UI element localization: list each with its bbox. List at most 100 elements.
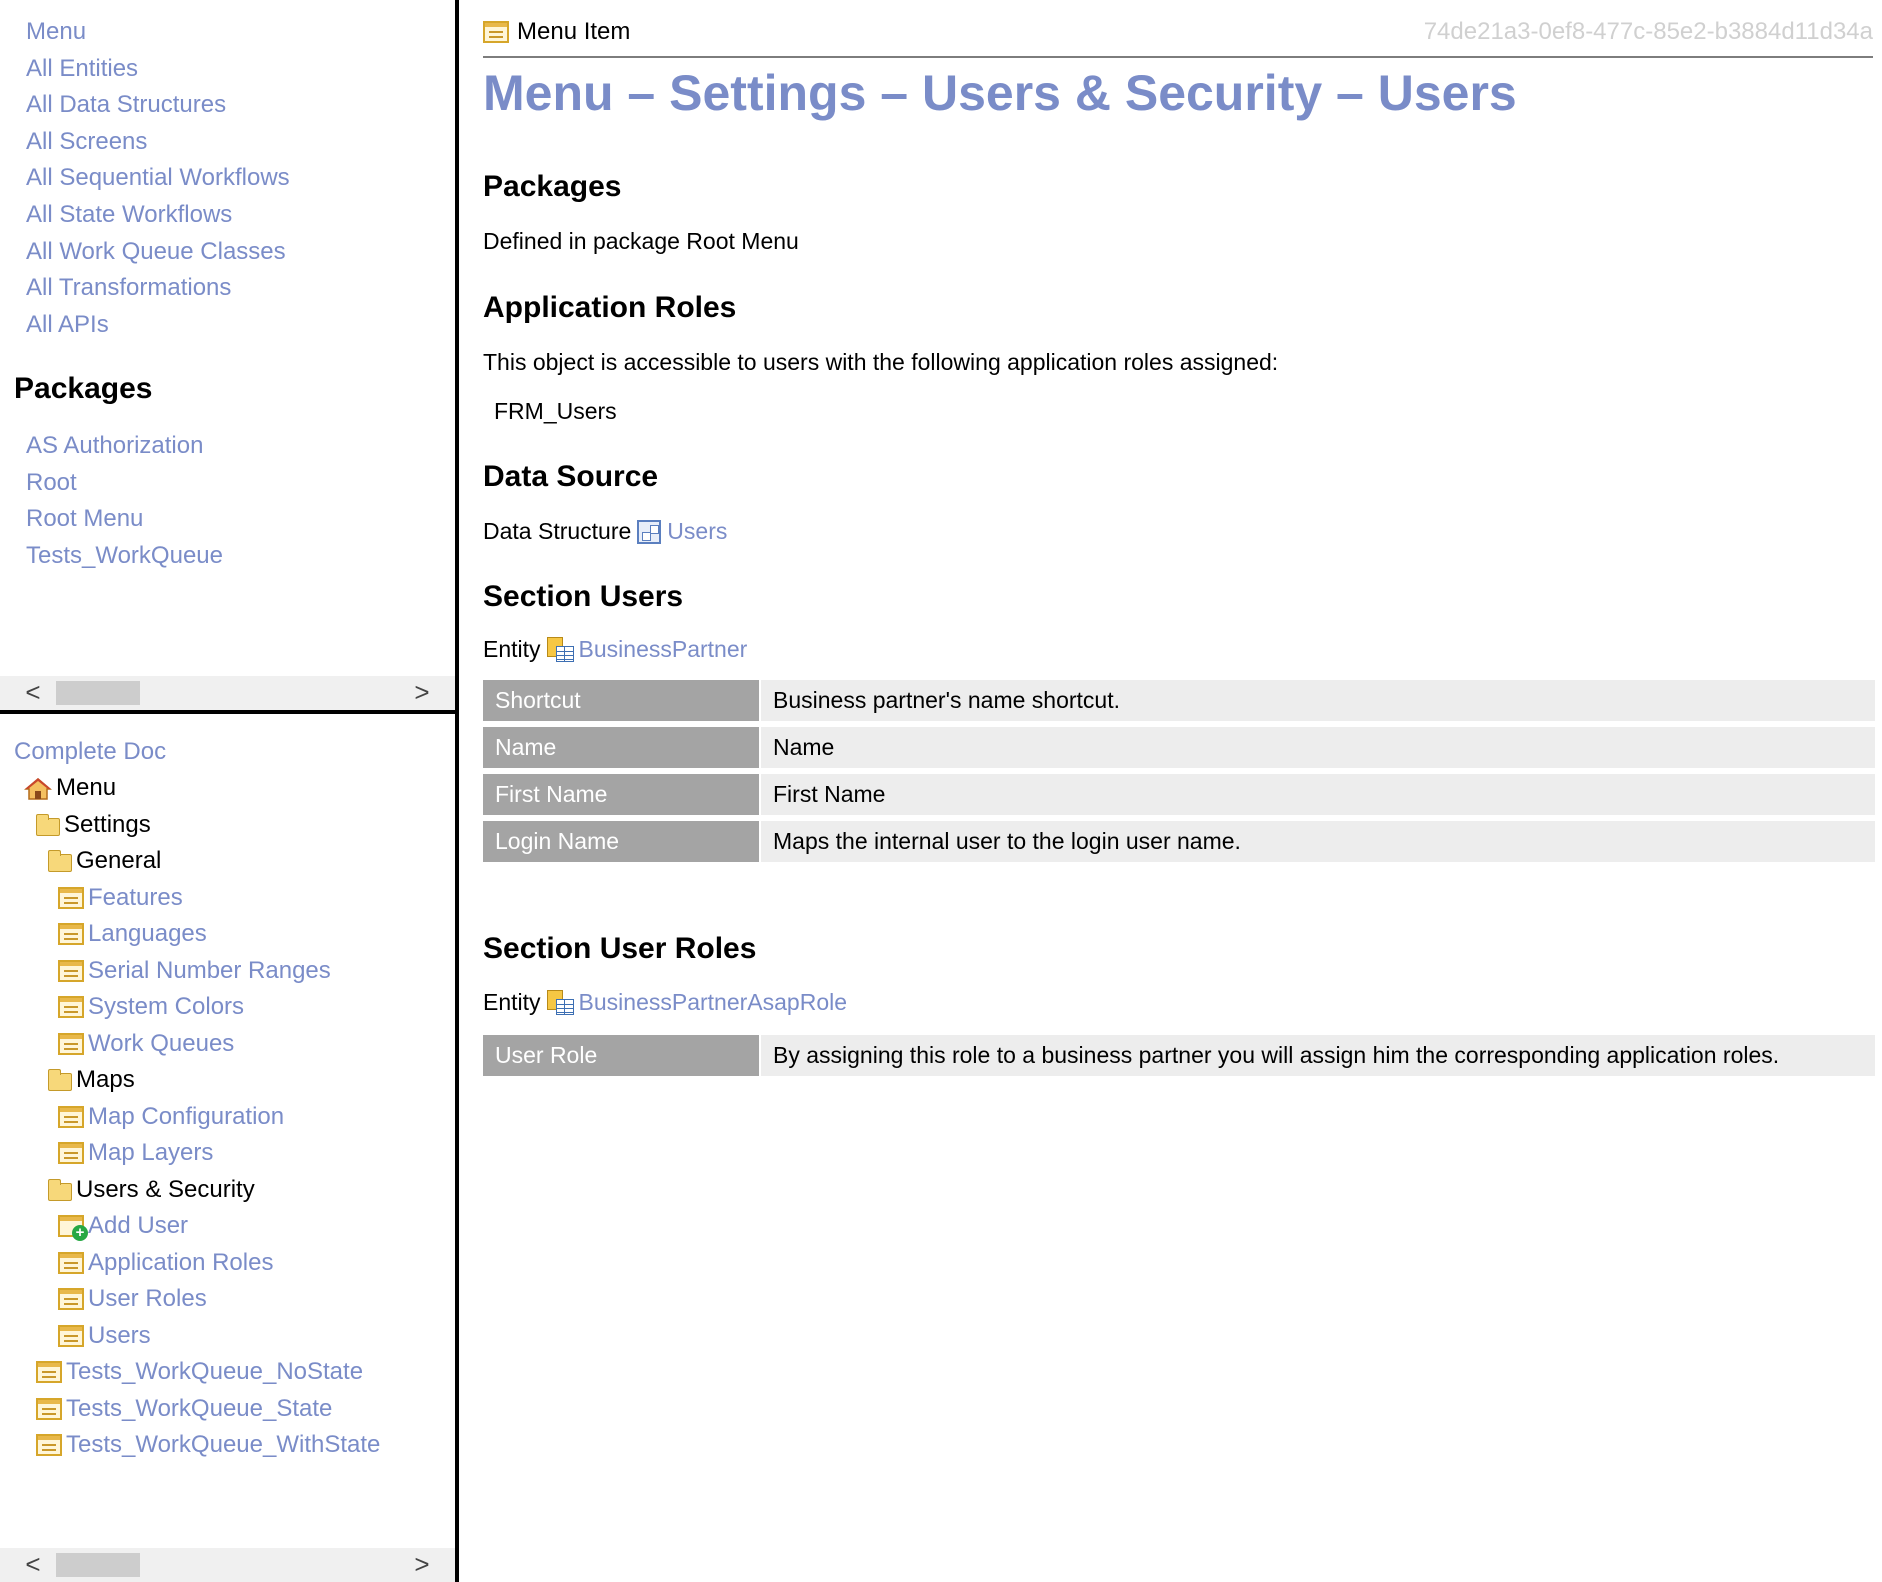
- menu-page-icon: [58, 1142, 84, 1164]
- tree-item[interactable]: Add User: [58, 1208, 188, 1244]
- tree-item[interactable]: Work Queues: [58, 1026, 234, 1062]
- scroll-right-arrow-icon[interactable]: >: [405, 1548, 439, 1582]
- tree-item-label: Tests_WorkQueue_State: [66, 1394, 333, 1422]
- field-description: First Name: [761, 774, 1875, 815]
- menu-page-icon: [58, 886, 84, 909]
- packages-heading: Packages: [14, 372, 153, 405]
- package-links: AS Authorization Root Root Menu Tests_Wo…: [26, 428, 223, 574]
- tree-item-label: Languages: [88, 920, 207, 947]
- field-description: By assigning this role to a business par…: [761, 1035, 1875, 1076]
- application-role-item: FRM_Users: [494, 398, 617, 424]
- field-name: Shortcut: [483, 680, 759, 721]
- menu-page-icon: [58, 1324, 84, 1347]
- index-link-all-work-queue-classes[interactable]: All Work Queue Classes: [26, 234, 290, 271]
- index-link-all-entities[interactable]: All Entities: [26, 51, 290, 88]
- tree-item[interactable]: Features: [58, 880, 183, 916]
- index-links: Menu All Entities All Data Structures Al…: [26, 14, 290, 343]
- tree-item-label: Serial Number Ranges: [88, 956, 331, 984]
- tree-item-label: Maps: [76, 1066, 135, 1093]
- tree-item[interactable]: Tests_WorkQueue_NoState: [36, 1354, 363, 1390]
- menu-page-icon: [58, 959, 84, 982]
- entity-link-businesspartnerasaprole[interactable]: BusinessPartnerAsapRole: [579, 989, 847, 1016]
- tree-item[interactable]: Serial Number Ranges: [58, 953, 331, 989]
- home-icon: [23, 776, 53, 800]
- folder-icon: [36, 813, 60, 836]
- tree-item-label: Tests_WorkQueue_NoState: [66, 1358, 364, 1385]
- index-link-all-sequential-workflows[interactable]: All Sequential Workflows: [26, 160, 290, 197]
- application-roles-heading: Application Roles: [483, 291, 737, 324]
- menu-page-icon: [36, 1397, 62, 1420]
- tree-item-label: Tests_WorkQueue_WithState: [66, 1431, 381, 1458]
- tree-item[interactable]: Settings: [36, 807, 151, 843]
- data-source-heading: Data Source: [483, 460, 659, 493]
- field-name: Name: [483, 727, 759, 768]
- package-link-root-menu[interactable]: Root Menu: [26, 501, 223, 538]
- tree-item[interactable]: System Colors: [58, 989, 244, 1025]
- tree-item[interactable]: Menu: [23, 770, 117, 806]
- tree-item[interactable]: Application Roles: [58, 1245, 273, 1281]
- entity-icon: [546, 636, 575, 663]
- packages-text: Defined in package Root Menu: [483, 228, 799, 254]
- scroll-left-arrow-icon[interactable]: <: [16, 676, 50, 710]
- tree-item-label: Map Layers: [88, 1139, 214, 1166]
- index-link-all-data-structures[interactable]: All Data Structures: [26, 87, 290, 124]
- tree-item[interactable]: Maps: [48, 1062, 135, 1098]
- entity-link-businesspartner[interactable]: BusinessPartner: [579, 636, 748, 663]
- entity-prefix: Entity: [483, 989, 541, 1015]
- tree-item[interactable]: Tests_WorkQueue_WithState: [36, 1427, 380, 1463]
- item-header-bar: Menu Item 74de21a3-0ef8-477c-85e2-b3884d…: [483, 14, 1873, 58]
- field-row: Login Name Maps the internal user to the …: [483, 821, 1875, 862]
- data-structure-link[interactable]: Users: [667, 518, 727, 545]
- tree-frame: Complete Doc Menu Settings General Features…: [0, 718, 455, 1582]
- tree-item-label: Users: [88, 1321, 151, 1349]
- data-source-line: Data Structure Users: [483, 518, 727, 545]
- tree-item-label: General: [76, 847, 162, 874]
- package-link-as-authorization[interactable]: AS Authorization: [26, 428, 223, 465]
- tree-item[interactable]: General: [48, 843, 161, 879]
- field-description: Business partner's name shortcut.: [761, 680, 1875, 721]
- horizontal-scrollbar[interactable]: < >: [0, 676, 455, 710]
- field-name: User Role: [483, 1035, 759, 1076]
- menu-page-icon: [58, 1288, 84, 1310]
- tree-item-label: Add User: [88, 1212, 189, 1239]
- field-row: Name Name: [483, 727, 1875, 768]
- tree-item[interactable]: Map Configuration: [58, 1099, 284, 1135]
- tree-item[interactable]: Tests_WorkQueue_State: [36, 1391, 332, 1427]
- index-link-menu[interactable]: Menu: [26, 14, 290, 51]
- index-link-all-transformations[interactable]: All Transformations: [26, 270, 290, 307]
- navigation-frames: Menu All Entities All Data Structures Al…: [0, 0, 459, 1582]
- section-users-entity-line: Entity BusinessPartner: [483, 636, 747, 663]
- content-frame: Menu Item 74de21a3-0ef8-477c-85e2-b3884d…: [463, 0, 1882, 1582]
- scroll-thumb[interactable]: [56, 681, 140, 705]
- section-user-roles-heading: Section User Roles: [483, 932, 757, 965]
- tree-item-label: Menu: [56, 774, 117, 801]
- horizontal-scrollbar[interactable]: < >: [0, 1548, 455, 1582]
- menu-page-icon: [58, 1251, 84, 1274]
- section-users-fields: Shortcut Business partner's name shortcut…: [483, 680, 1875, 868]
- tree-item-label: System Colors: [88, 993, 245, 1020]
- section-user-roles-fields: User Role By assigning this role to a bus…: [483, 1035, 1875, 1082]
- field-description: Name: [761, 727, 1875, 768]
- tree-item[interactable]: Languages: [58, 916, 207, 952]
- tree-item[interactable]: User Roles: [58, 1281, 207, 1317]
- tree-item[interactable]: Users & Security: [48, 1172, 255, 1208]
- package-link-tests-workqueue[interactable]: Tests_WorkQueue: [26, 538, 223, 575]
- tree-item[interactable]: Users: [58, 1318, 151, 1354]
- entity-prefix: Entity: [483, 636, 541, 662]
- application-roles-text: This object is accessible to users with …: [483, 349, 1279, 375]
- tree-item-label: Work Queues: [88, 1029, 235, 1057]
- complete-doc-link[interactable]: Complete Doc: [14, 734, 166, 770]
- packages-section-heading: Packages: [483, 170, 622, 203]
- package-link-root[interactable]: Root: [26, 465, 223, 502]
- index-link-all-state-workflows[interactable]: All State Workflows: [26, 197, 290, 234]
- data-source-prefix: Data Structure: [483, 518, 632, 544]
- menu-item-icon: [483, 21, 509, 43]
- index-link-all-apis[interactable]: All APIs: [26, 307, 290, 344]
- index-link-all-screens[interactable]: All Screens: [26, 124, 290, 161]
- tree-item[interactable]: Map Layers: [58, 1135, 213, 1171]
- scroll-thumb[interactable]: [56, 1553, 140, 1577]
- menu-page-icon: [36, 1434, 62, 1456]
- section-user-roles-entity-line: Entity BusinessPartnerAsapRole: [483, 989, 847, 1016]
- scroll-right-arrow-icon[interactable]: >: [405, 676, 439, 710]
- scroll-left-arrow-icon[interactable]: <: [16, 1548, 50, 1582]
